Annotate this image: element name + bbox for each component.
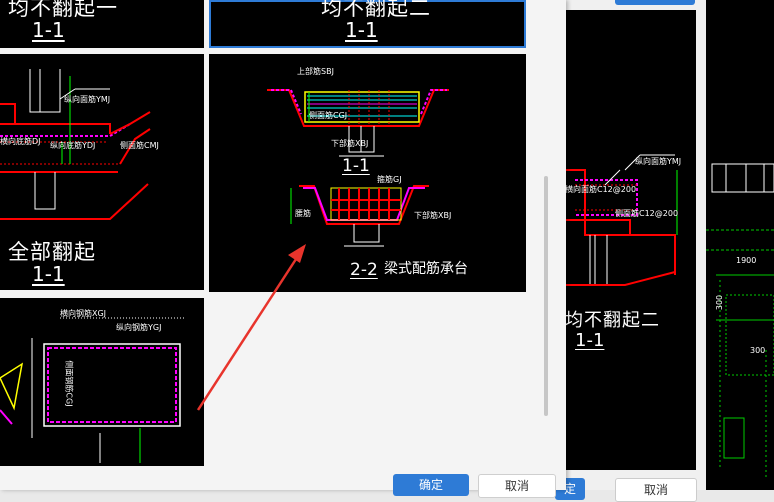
back-preview-title: 均不翻起二 <box>565 310 660 331</box>
style-select-dialog: 均不翻起一 1-1 均不翻起二 1-1 纵向面筋YMJ 横向底筋DJ 纵向底筋Y… <box>0 0 566 498</box>
label-yaojin: 腰筋 <box>295 209 311 218</box>
label-gj: 箍筋GJ <box>377 175 402 184</box>
thumb-subtitle-2: 2-2 <box>350 260 378 280</box>
back-dialog: 纵向面筋YMJ 横向面筋C12@200 侧面筋C12@200 均不翻起二 1-1… <box>555 0 706 502</box>
label-cgj-side: 侧面钢筋CGJ <box>64 360 74 407</box>
dim-label-300-b: 300 <box>750 346 766 355</box>
back-preview-subtitle: 1-1 <box>575 330 605 351</box>
back-label-ymj: 纵向面筋YMJ <box>635 157 682 166</box>
thumb-all-flip[interactable]: 纵向面筋YMJ 横向底筋DJ 纵向底筋YDJ 侧面筋CMJ 全部翻起 1-1 <box>0 54 204 290</box>
label-ydj: 纵向底筋YDJ <box>50 141 96 150</box>
label-ygj: 纵向钢筋YGJ <box>116 323 162 332</box>
thumb-uniform-no-flip-1[interactable]: 均不翻起一 1-1 <box>0 0 204 48</box>
label-xbj-top: 下部筋XBJ <box>331 139 369 148</box>
thumbs-scrollbar-track[interactable] <box>540 0 554 460</box>
thumb-side-rebar[interactable]: 横向钢筋XGJ 纵向钢筋YGJ 侧面钢筋CGJ <box>0 298 204 466</box>
back-label-cmj: 侧面筋C12@200 <box>615 209 679 218</box>
background-cad-lines <box>706 163 774 480</box>
thumb-uniform-no-flip-2[interactable]: 均不翻起二 1-1 <box>209 0 526 48</box>
back-label-mj: 横向面筋C12@200 <box>565 185 637 194</box>
back-preview-panel: 纵向面筋YMJ 横向面筋C12@200 侧面筋C12@200 均不翻起二 1-1 <box>565 10 696 470</box>
thumbs-scrollbar-thumb[interactable] <box>544 176 548 416</box>
label-xbj-bottom: 下部筋XBJ <box>414 211 452 220</box>
thumb-side-rebar-drawing <box>0 317 185 463</box>
back-cancel-button[interactable]: 取消 <box>615 478 697 502</box>
thumb-subtitle: 1-1 <box>32 262 65 286</box>
label-cgj: 侧面筋CGJ <box>309 111 348 120</box>
label-cmj: 侧面筋CMJ <box>120 141 159 150</box>
thumb-subtitle: 1-1 <box>32 18 65 42</box>
thumb-subtitle-1: 1-1 <box>342 156 370 176</box>
cancel-button[interactable]: 取消 <box>478 474 556 498</box>
thumb-subtitle: 1-1 <box>345 18 378 42</box>
label-ymj: 纵向面筋YMJ <box>64 95 111 104</box>
background-cad-drawing: 1900 300 300 <box>706 0 774 490</box>
label-sbj: 上部筋SBJ <box>297 67 334 76</box>
thumb-beam-pile-cap[interactable]: 上部筋SBJ 侧面筋CGJ 下部筋XBJ 箍筋GJ 下部筋XBJ 腰筋 1-1 … <box>209 54 526 292</box>
ok-button[interactable]: 确定 <box>393 474 469 496</box>
label-xgj: 横向钢筋XGJ <box>60 309 107 318</box>
thumb-caption: 梁式配筋承台 <box>384 261 468 277</box>
label-dj: 横向底筋DJ <box>0 137 41 146</box>
back-dialog-top-button[interactable] <box>615 0 695 5</box>
dim-label-1900: 1900 <box>736 256 757 265</box>
dim-label-300-a: 300 <box>715 294 725 311</box>
